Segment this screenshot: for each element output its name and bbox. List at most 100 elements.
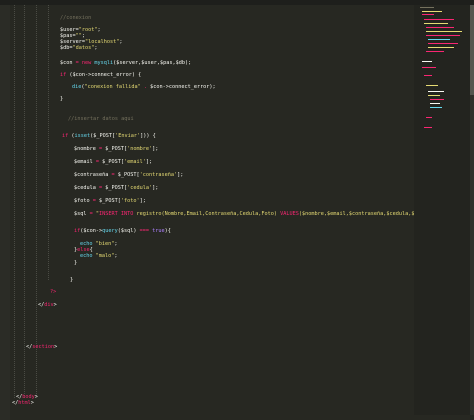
code-line[interactable]: $sql = "INSERT INTO registro(Nombre,Emai…: [74, 211, 436, 217]
code-token: VALUES: [280, 211, 299, 217]
code-token: ($server,$user,$pas,$db);: [113, 60, 192, 66]
code-token: if: [60, 72, 70, 78]
code-token: ){: [164, 228, 171, 234]
code-token: =: [92, 159, 103, 165]
code-token: ;: [97, 27, 101, 33]
code-token: $con->connect_error);: [150, 84, 216, 90]
code-line[interactable]: if ($con->connect_error) {: [60, 72, 141, 78]
code-token: }: [60, 96, 64, 102]
code-token: ($_POST[: [90, 133, 116, 139]
code-line[interactable]: echo "malo";: [80, 253, 118, 259]
code-token: query: [102, 228, 118, 234]
code-token: ===: [139, 228, 153, 234]
code-token: 'Enviar': [115, 133, 141, 139]
line-number-gutter: [0, 5, 10, 420]
code-token: if: [62, 133, 72, 139]
code-line[interactable]: $email = $_POST['email'];: [74, 159, 152, 165]
code-editor[interactable]: //conexion $user="root"; $pas=""; $server="…: [12, 5, 436, 415]
code-token: $db=: [60, 45, 73, 51]
code-token: 'cedula': [127, 185, 153, 191]
scrollbar-thumb[interactable]: [470, 5, 474, 95]
code-line[interactable]: }: [70, 277, 73, 283]
code-token: >: [54, 344, 58, 350]
code-line[interactable]: }: [74, 260, 77, 266]
code-token: isset: [74, 133, 91, 139]
code-token: ];: [152, 185, 159, 191]
code-token: echo: [80, 253, 96, 259]
code-token: "malo": [95, 253, 115, 259]
code-line[interactable]: </section>: [26, 344, 57, 350]
code-token: $contraseña: [74, 172, 109, 178]
code-token: ?>: [50, 289, 57, 295]
code-token: ;: [114, 253, 118, 259]
minimap[interactable]: [414, 5, 474, 415]
code-token: }: [74, 260, 78, 266]
code-token: =: [95, 185, 106, 191]
code-token: $_POST[: [105, 185, 128, 191]
code-token: =: [72, 60, 82, 66]
code-token: ;: [119, 39, 123, 45]
code-line[interactable]: }: [60, 96, 63, 102]
code-token: }: [70, 277, 74, 283]
code-token: $nombre: [74, 146, 96, 152]
code-line[interactable]: $cedula = $_POST['cedula'];: [74, 185, 158, 191]
code-token: $con: [60, 60, 73, 66]
code-token: div: [44, 302, 54, 308]
code-token: ];: [145, 159, 153, 165]
code-token: true: [152, 228, 165, 234]
code-token: ($con->: [80, 228, 103, 234]
code-token: "bien": [95, 241, 115, 247]
code-token: html: [18, 400, 31, 406]
code-line[interactable]: //insertar datos aqui: [68, 116, 134, 122]
code-token: $cedula: [74, 185, 96, 191]
code-line[interactable]: $con = new mysqli($server,$user,$pas,$db…: [60, 60, 191, 66]
code-token: new: [81, 60, 95, 66]
code-token: mysqli: [94, 60, 114, 66]
code-token: $_POST[: [117, 172, 140, 178]
code-token: >: [30, 400, 34, 406]
code-token: "datos": [72, 45, 95, 51]
code-token: .: [140, 84, 151, 90]
code-token: $email: [74, 159, 93, 165]
code-token: INSERT INTO: [99, 211, 137, 217]
code-token: ];: [152, 146, 159, 152]
code-token: =: [89, 198, 99, 204]
code-line[interactable]: if (isset($_POST['Enviar'])) {: [62, 133, 156, 139]
code-token: ];: [139, 198, 146, 204]
code-token: =: [95, 146, 106, 152]
code-token: ($con->connect_error) {: [69, 72, 142, 78]
code-line[interactable]: $foto = $_POST['foto'];: [74, 198, 146, 204]
code-line[interactable]: //conexion: [60, 15, 91, 21]
code-token: ];: [177, 172, 184, 178]
code-token: >: [34, 394, 38, 400]
code-token: $_POST[: [105, 146, 128, 152]
code-token: die: [72, 84, 82, 90]
code-line[interactable]: $db="datos";: [60, 45, 98, 51]
code-token: >: [53, 302, 57, 308]
code-token: ])) {: [140, 133, 156, 139]
code-token: $_POST[: [102, 159, 124, 165]
code-token: ;: [94, 45, 98, 51]
code-token: 'nombre': [127, 146, 153, 152]
code-line[interactable]: die("conexion fallida" . $con->connect_e…: [72, 84, 216, 90]
code-token: section: [32, 344, 55, 350]
code-token: registro(Nombre,Email,Contraseña,Cedula,…: [136, 211, 281, 217]
code-line[interactable]: </div>: [38, 302, 57, 308]
code-token: //insertar datos aqui: [68, 116, 134, 122]
code-line[interactable]: ?>: [50, 289, 56, 295]
code-line[interactable]: </html>: [12, 400, 34, 406]
code-token: $_POST[: [99, 198, 121, 204]
code-token: 'contraseña': [139, 172, 178, 178]
code-line[interactable]: $nombre = $_POST['nombre'];: [74, 146, 158, 152]
code-token: ($sql): [117, 228, 140, 234]
code-token: 'email': [124, 159, 146, 165]
code-token: =: [108, 172, 118, 178]
code-token: //conexion: [60, 15, 92, 21]
code-token: 'foto': [120, 198, 140, 204]
code-line[interactable]: if($con->query($sql) === true){: [74, 228, 171, 234]
code-line[interactable]: $contraseña = $_POST['contraseña'];: [74, 172, 183, 178]
code-token: $sql: [74, 211, 87, 217]
code-token: "conexion fallida": [84, 84, 141, 90]
code-token: =: [86, 211, 96, 217]
code-token: $foto: [74, 198, 90, 204]
